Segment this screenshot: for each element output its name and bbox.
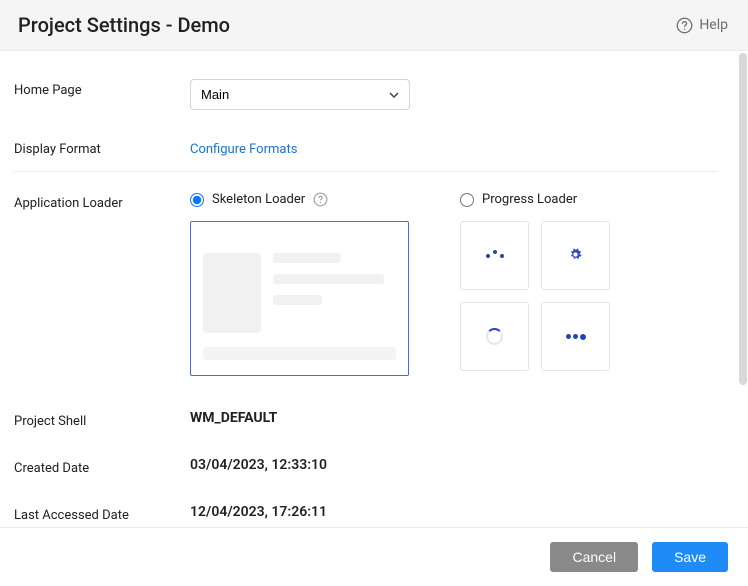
progress-loader-preview bbox=[460, 221, 718, 371]
home-page-select[interactable]: Main bbox=[190, 79, 410, 110]
skeleton-line bbox=[273, 295, 322, 305]
cancel-button[interactable]: Cancel bbox=[550, 542, 638, 572]
dialog-content: Home Page Main Display Format Configure … bbox=[0, 51, 748, 527]
question-icon[interactable] bbox=[313, 192, 328, 207]
project-shell-label: Project Shell bbox=[14, 410, 190, 429]
progress-cell-dotsh[interactable] bbox=[541, 302, 610, 371]
created-date-label: Created Date bbox=[14, 457, 190, 476]
dialog-footer: Cancel Save bbox=[0, 527, 748, 586]
display-format-label: Display Format bbox=[14, 138, 190, 157]
dialog-title: Project Settings - Demo bbox=[18, 13, 230, 37]
skeleton-block bbox=[203, 253, 261, 333]
progress-cell-ring[interactable] bbox=[460, 302, 529, 371]
help-label: Help bbox=[699, 17, 728, 33]
project-shell-value: WM_DEFAULT bbox=[190, 410, 718, 426]
progress-cell-gear[interactable] bbox=[541, 221, 610, 290]
dots-bouncing-icon bbox=[486, 254, 504, 258]
row-project-shell: Project Shell WM_DEFAULT bbox=[14, 396, 718, 443]
row-last-accessed: Last Accessed Date 12/04/2023, 17:26:11 bbox=[14, 490, 718, 527]
created-date-value: 03/04/2023, 12:33:10 bbox=[190, 457, 718, 473]
progress-loader-radio[interactable] bbox=[460, 193, 474, 207]
last-accessed-value: 12/04/2023, 17:26:11 bbox=[190, 504, 718, 520]
scrollbar-thumb[interactable] bbox=[739, 53, 747, 385]
row-home-page: Home Page Main bbox=[14, 71, 718, 124]
row-display-format: Display Format Configure Formats bbox=[14, 124, 718, 172]
save-button[interactable]: Save bbox=[652, 542, 728, 572]
progress-loader-label: Progress Loader bbox=[482, 192, 577, 207]
progress-cell-dots[interactable] bbox=[460, 221, 529, 290]
help-button[interactable]: Help bbox=[676, 17, 728, 34]
dots-horizontal-icon bbox=[566, 334, 586, 340]
skeleton-loader-preview[interactable] bbox=[190, 221, 409, 376]
app-loader-label: Application Loader bbox=[14, 192, 190, 211]
help-icon bbox=[676, 17, 693, 34]
scrollbar[interactable] bbox=[739, 53, 747, 405]
gear-icon bbox=[569, 246, 582, 265]
row-app-loader: Application Loader Skeleton Loader bbox=[14, 172, 718, 396]
skeleton-loader-radio[interactable] bbox=[190, 193, 204, 207]
dialog-header: Project Settings - Demo Help bbox=[0, 0, 748, 51]
home-page-label: Home Page bbox=[14, 79, 190, 98]
skeleton-line bbox=[273, 274, 384, 284]
last-accessed-label: Last Accessed Date bbox=[14, 504, 190, 523]
ring-spinner-icon bbox=[486, 328, 503, 345]
skeleton-bar bbox=[203, 347, 396, 360]
skeleton-line bbox=[273, 253, 341, 263]
skeleton-loader-label: Skeleton Loader bbox=[212, 192, 305, 207]
configure-formats-link[interactable]: Configure Formats bbox=[190, 142, 297, 157]
row-created-date: Created Date 03/04/2023, 12:33:10 bbox=[14, 443, 718, 490]
